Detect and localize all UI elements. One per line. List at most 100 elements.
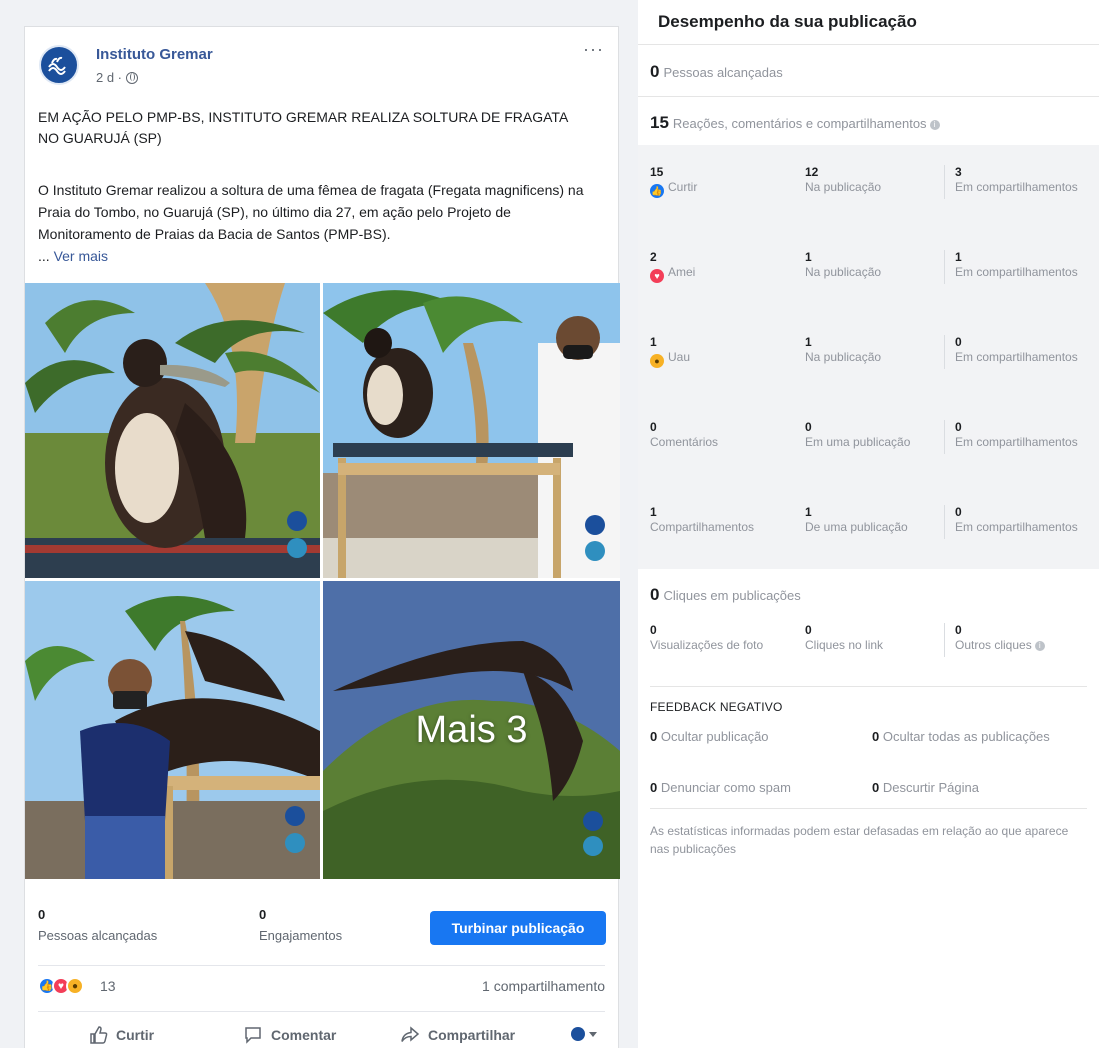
other-clicks: 0 Outros cliques i	[955, 623, 1045, 652]
hide-all-posts: 0 Ocultar todas as publicações	[872, 728, 1052, 746]
loves-on-post-label: Na publicação	[805, 265, 882, 279]
info-icon[interactable]: i	[929, 120, 940, 130]
likes-total-value: 15	[650, 165, 664, 179]
link-clicks: 0 Cliques no link	[805, 623, 883, 652]
wows-on-shares: 0 Em compartilhamentos	[955, 335, 1095, 364]
reach-summary-value: 0	[650, 62, 660, 81]
column-separator	[944, 335, 945, 369]
photo-3[interactable]	[25, 581, 320, 879]
share-label: Compartilhar	[428, 1027, 516, 1043]
info-icon[interactable]: i	[1034, 641, 1045, 651]
comment-icon	[245, 1027, 261, 1044]
comments-on-post-label: Em uma publicação	[805, 435, 911, 449]
hide-all-posts-value: 0	[872, 729, 880, 744]
report-spam: 0 Denunciar como spam	[650, 779, 791, 797]
link-clicks-value: 0	[805, 623, 812, 637]
photo-2[interactable]	[323, 283, 620, 578]
divider	[650, 808, 1087, 809]
likes-on-post-label: Na publicação	[805, 180, 882, 194]
engagement-stat: 0 Engajamentos	[259, 907, 342, 943]
boost-post-button[interactable]: Turbinar publicação	[430, 911, 606, 945]
engagement-summary-value: 15	[650, 113, 669, 132]
share-count[interactable]: 1 compartilhamento	[482, 978, 605, 994]
shares-label: Compartilhamentos	[650, 520, 755, 534]
hide-post-label: Ocultar publicação	[660, 729, 769, 744]
hide-post-value: 0	[650, 729, 658, 744]
more-photos-overlay[interactable]: Mais 3	[323, 581, 620, 879]
post-time[interactable]: 2 d ·	[96, 70, 122, 85]
like-button[interactable]: Curtir	[88, 1021, 154, 1048]
likes-label: Curtir	[668, 180, 698, 194]
reach-value: 0	[38, 907, 46, 922]
wow-reaction-icon: ●	[650, 354, 664, 368]
shares-total-value: 1	[650, 505, 657, 519]
photo-1[interactable]	[25, 283, 320, 578]
comment-button[interactable]: Comentar	[243, 1021, 336, 1048]
post-meta: 2 d ·	[96, 70, 139, 85]
comment-label: Comentar	[271, 1027, 337, 1043]
like-label: Curtir	[116, 1027, 155, 1043]
thumbs-up-icon	[90, 1026, 108, 1044]
engagement-summary-label: Reações, comentários e compartilhamentos	[672, 116, 927, 131]
shares-on-post-label: De uma publicação	[805, 520, 908, 534]
column-separator	[944, 250, 945, 284]
photo-views: 0 Visualizações de foto	[650, 623, 780, 652]
wows-on-post-label: Na publicação	[805, 350, 882, 364]
wows-label: Uau	[668, 350, 691, 364]
clicks-label: Cliques em publicações	[663, 588, 801, 603]
reaction-count[interactable]: 13	[100, 978, 116, 994]
shares-on-shares-label: Em compartilhamentos	[955, 520, 1078, 534]
unlike-page-label: Descurtir Página	[882, 780, 979, 795]
disclaimer: As estatísticas informadas podem estar d…	[650, 824, 1069, 856]
post-body: O Instituto Gremar realizou a soltura de…	[38, 179, 608, 267]
likes-on-shares-label: Em compartilhamentos	[955, 180, 1078, 194]
post-actions: Curtir Comentar Compartilhar	[38, 1021, 605, 1048]
clicks-value: 0	[650, 585, 660, 604]
wows-on-shares-label: Em compartilhamentos	[955, 350, 1078, 364]
wow-reaction-icon: ●	[66, 977, 84, 995]
comments-on-post-value: 0	[805, 420, 812, 434]
column-separator	[944, 420, 945, 454]
insights-panel: Desempenho da sua publicação 0 Pessoas al…	[638, 0, 1099, 1048]
loves-on-post-value: 1	[805, 250, 812, 264]
ellipsis: ...	[38, 248, 50, 264]
shares-total: 1 Compartilhamentos	[650, 505, 754, 534]
post-stats: 0 Pessoas alcançadas 0 Engajamentos Turb…	[25, 893, 620, 963]
likes-on-post: 12 Na publicação	[805, 165, 881, 194]
post-header: Instituto Gremar 2 d · ···	[39, 40, 604, 91]
report-spam-value: 0	[650, 780, 658, 795]
more-options-button[interactable]: ···	[583, 40, 604, 58]
page-avatar[interactable]	[39, 45, 79, 85]
wows-on-post: 1 Na publicação	[805, 335, 881, 364]
wows-total: 1 ● Uau	[650, 335, 690, 368]
insights-title: Desempenho da sua publicação	[658, 12, 917, 31]
reactions-summary[interactable]: 👍 ♥ ● 13 1 compartilhamento	[38, 973, 605, 1003]
reach-summary-label: Pessoas alcançadas	[663, 65, 783, 80]
comments-on-shares-value: 0	[955, 420, 962, 434]
globe-icon	[126, 71, 139, 84]
loves-label: Amei	[668, 265, 696, 279]
loves-on-shares-value: 1	[955, 250, 962, 264]
other-clicks-label: Outros cliques	[955, 638, 1032, 652]
post-author[interactable]: Instituto Gremar	[96, 46, 213, 63]
comments-on-post: 0 Em uma publicação	[805, 420, 910, 449]
post-card: Instituto Gremar 2 d · ··· EM AÇÃO PELO …	[24, 26, 620, 1048]
hide-post: 0 Ocultar publicação	[650, 728, 769, 746]
share-icon	[401, 1026, 420, 1042]
loves-total: 2 ♥ Amei	[650, 250, 695, 283]
comments-total-value: 0	[650, 420, 657, 434]
love-reaction-icon: ♥	[650, 269, 664, 283]
engagement-value: 0	[259, 907, 267, 922]
shares-on-shares: 0 Em compartilhamentos	[955, 505, 1095, 534]
engagement-label: Engajamentos	[259, 928, 343, 943]
divider	[38, 1011, 605, 1012]
like-reaction-icon: 👍	[650, 184, 664, 198]
see-more-link[interactable]: Ver mais	[54, 248, 108, 264]
comments-on-shares-label: Em compartilhamentos	[955, 435, 1078, 449]
page-selector[interactable]	[571, 1027, 597, 1041]
wows-on-post-value: 1	[805, 335, 812, 349]
post-body-text: O Instituto Gremar realizou a soltura de…	[38, 182, 584, 242]
shares-on-post-value: 1	[805, 505, 812, 519]
wows-total-value: 1	[650, 335, 657, 349]
share-button[interactable]: Compartilhar	[400, 1021, 515, 1048]
